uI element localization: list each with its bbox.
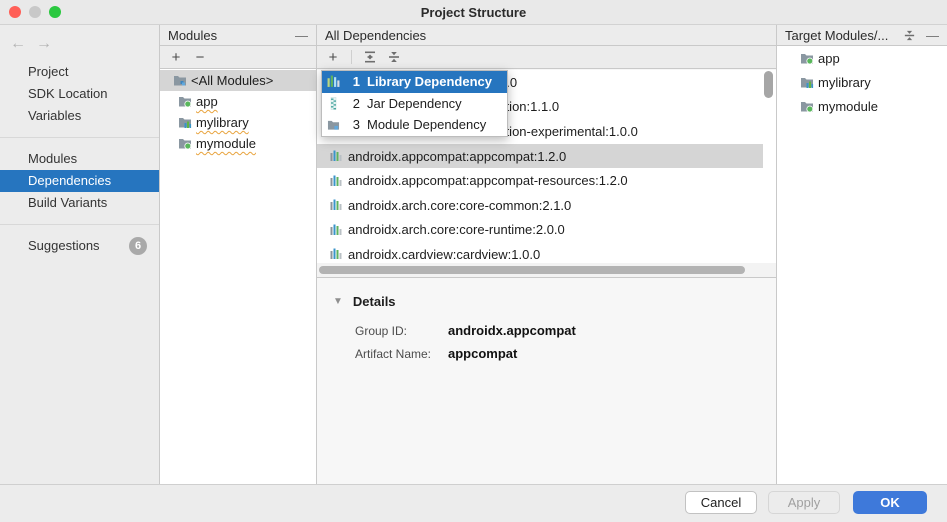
dependencies-toolbar: + xyxy=(317,46,776,69)
library-icon xyxy=(330,175,342,187)
add-dependency-button[interactable]: + xyxy=(323,48,343,66)
window-title: Project Structure xyxy=(421,5,526,20)
add-module-button[interactable]: + xyxy=(166,48,186,66)
dialog-footer: Cancel Apply OK xyxy=(0,484,947,522)
target-row-app[interactable]: app xyxy=(777,46,947,70)
project-structure-dialog: Project Structure ← → Project SDK Locati… xyxy=(0,0,947,522)
hide-panel-icon[interactable]: — xyxy=(926,28,939,43)
sidebar-group-modules: Modules Dependencies Build Variants xyxy=(0,148,159,214)
library-folder-icon xyxy=(800,76,814,89)
artifact-name-label: Artifact Name: xyxy=(355,347,448,361)
sidebar-separator xyxy=(0,137,159,138)
module-icon xyxy=(327,119,340,131)
group-id-label: Group ID: xyxy=(355,324,448,338)
target-modules-list: app mylibrary mymodule xyxy=(777,46,947,118)
library-folder-icon xyxy=(178,116,192,129)
sidebar-separator xyxy=(0,224,159,225)
library-icon xyxy=(330,150,342,162)
module-row-all-modules[interactable]: <All Modules> xyxy=(160,70,316,91)
menu-item-module-dependency[interactable]: 3 Module Dependency xyxy=(322,114,507,136)
target-row-mymodule[interactable]: mymodule xyxy=(777,94,947,118)
library-icon xyxy=(330,224,342,236)
library-icon xyxy=(330,199,342,211)
dependency-row-selected[interactable]: androidx.appcompat:appcompat:1.2.0 xyxy=(317,144,763,169)
back-icon[interactable]: ← xyxy=(10,35,26,53)
sidebar-item-sdk-location[interactable]: SDK Location xyxy=(0,83,159,105)
sidebar-item-variables[interactable]: Variables xyxy=(0,105,159,127)
library-icon xyxy=(327,75,340,88)
collapse-all-icon[interactable] xyxy=(903,29,916,42)
all-modules-folder-icon xyxy=(173,74,187,87)
forward-icon[interactable]: → xyxy=(36,35,52,53)
horizontal-scrollbar[interactable] xyxy=(319,266,745,274)
collapse-all-icon[interactable] xyxy=(384,48,404,66)
details-disclosure-icon[interactable]: ▼ xyxy=(333,296,343,307)
traffic-lights xyxy=(9,6,61,18)
artifact-name-value: appcompat xyxy=(448,346,776,361)
library-icon xyxy=(330,248,342,260)
modules-panel-header: Modules — xyxy=(160,25,316,46)
dependency-row[interactable]: androidx.arch.core:core-runtime:2.0.0 xyxy=(317,218,763,243)
modules-panel-title: Modules xyxy=(168,28,217,43)
module-folder-icon xyxy=(178,137,192,150)
expand-all-icon[interactable] xyxy=(360,48,380,66)
modules-toolbar: + − xyxy=(160,46,316,69)
target-panel-header: Target Modules/... — xyxy=(777,25,947,46)
jar-icon xyxy=(327,97,340,110)
horizontal-scrollbar-track xyxy=(317,263,776,277)
ok-button[interactable]: OK xyxy=(853,491,927,514)
module-folder-icon xyxy=(800,52,814,65)
details-section: ▼ Details Group ID: androidx.appcompat A… xyxy=(317,277,776,484)
vertical-scrollbar[interactable] xyxy=(764,71,773,98)
group-id-value: androidx.appcompat xyxy=(448,323,776,338)
zoom-window-button[interactable] xyxy=(49,6,61,18)
hide-panel-icon[interactable]: — xyxy=(295,28,308,43)
history-nav: ← → xyxy=(0,33,159,55)
modules-panel: Modules — + − <All Modules> xyxy=(160,25,317,484)
apply-button[interactable]: Apply xyxy=(768,491,840,514)
sidebar-item-modules[interactable]: Modules xyxy=(0,148,159,170)
menu-item-library-dependency[interactable]: 1 Library Dependency xyxy=(322,71,507,93)
dependencies-panel-header: All Dependencies xyxy=(317,25,776,46)
modules-list: <All Modules> app mylibrary xyxy=(160,70,316,484)
sidebar-item-build-variants[interactable]: Build Variants xyxy=(0,192,159,214)
add-dependency-menu: 1 Library Dependency 2 Jar Dependency 3 … xyxy=(321,70,508,137)
target-row-mylibrary[interactable]: mylibrary xyxy=(777,70,947,94)
titlebar: Project Structure xyxy=(0,0,947,25)
module-row-mylibrary[interactable]: mylibrary xyxy=(160,112,316,133)
sidebar-item-suggestions[interactable]: Suggestions 6 xyxy=(0,235,159,257)
cancel-button[interactable]: Cancel xyxy=(685,491,757,514)
remove-module-button[interactable]: − xyxy=(190,48,210,66)
module-row-app[interactable]: app xyxy=(160,91,316,112)
sidebar: ← → Project SDK Location Variables Modul… xyxy=(0,25,160,484)
target-modules-panel: Target Modules/... — app xyxy=(777,25,947,484)
details-title: Details xyxy=(353,294,396,309)
dependency-row[interactable]: androidx.arch.core:core-common:2.1.0 xyxy=(317,193,763,218)
sidebar-group-project: Project SDK Location Variables xyxy=(0,61,159,127)
suggestions-count-badge: 6 xyxy=(129,237,147,255)
sidebar-item-dependencies[interactable]: Dependencies xyxy=(0,170,159,192)
module-folder-icon xyxy=(800,100,814,113)
close-window-button[interactable] xyxy=(9,6,21,18)
dependency-row[interactable]: androidx.appcompat:appcompat-resources:1… xyxy=(317,168,763,193)
minimize-window-button[interactable] xyxy=(29,6,41,18)
dependencies-panel-title: All Dependencies xyxy=(325,28,426,43)
menu-item-jar-dependency[interactable]: 2 Jar Dependency xyxy=(322,93,507,115)
toolbar-separator xyxy=(351,50,352,64)
sidebar-item-project[interactable]: Project xyxy=(0,61,159,83)
module-folder-icon xyxy=(178,95,192,108)
target-panel-title: Target Modules/... xyxy=(785,28,888,43)
module-row-mymodule[interactable]: mymodule xyxy=(160,133,316,154)
